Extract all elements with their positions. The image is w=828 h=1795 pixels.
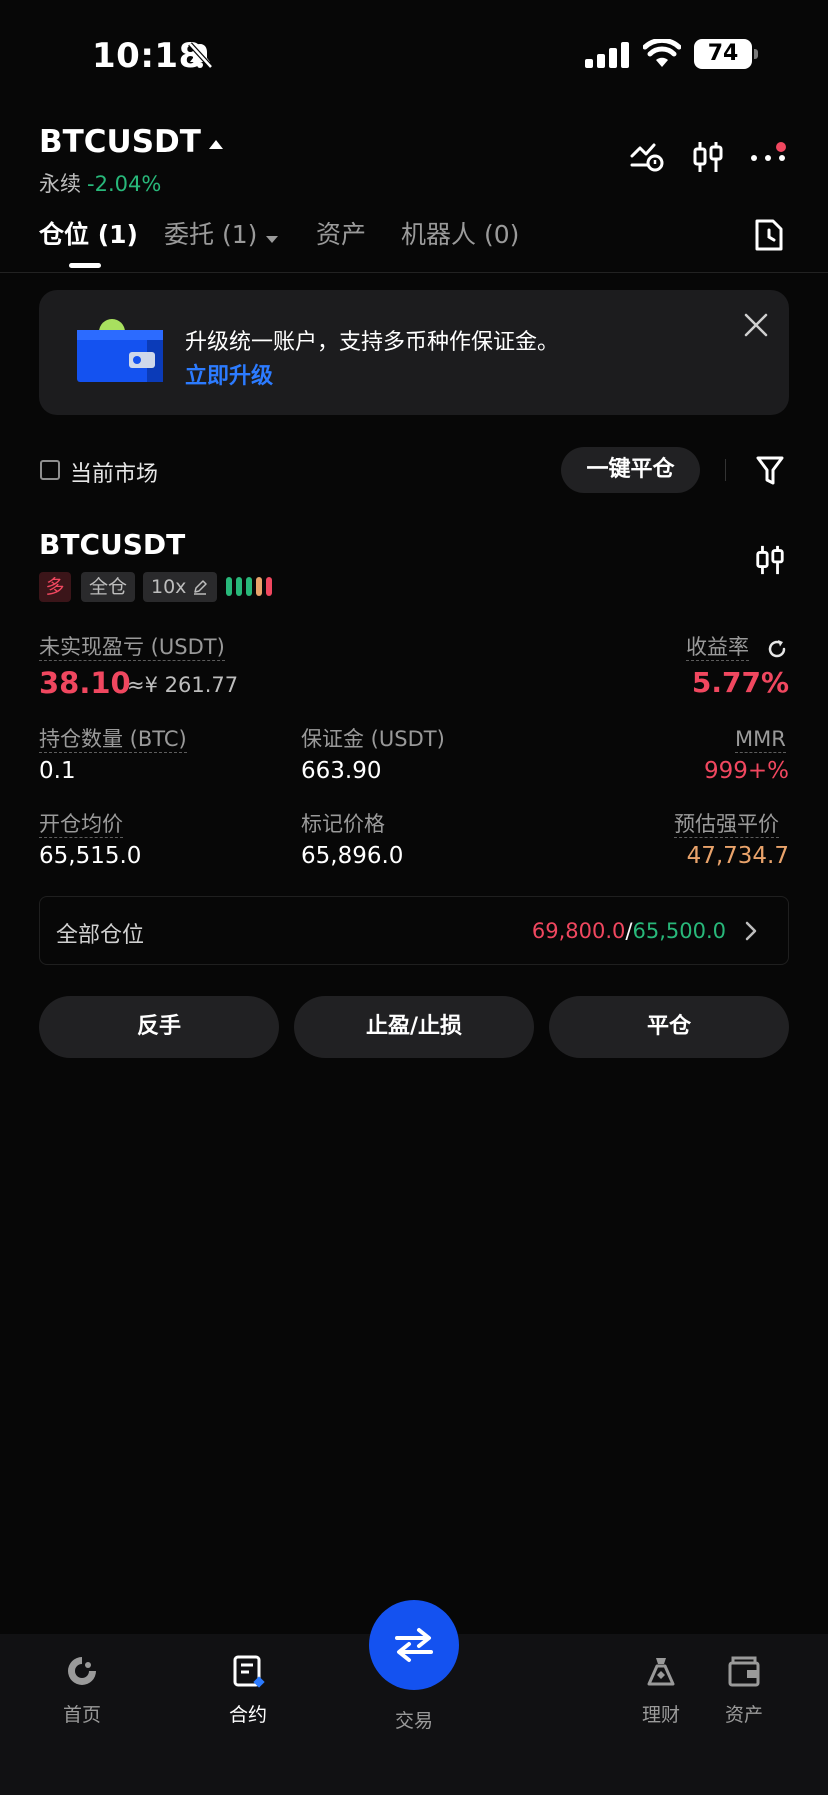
current-market-label[interactable]: 当前市场 [70,456,158,488]
mark-price-value: 65,896.0 [301,843,404,869]
pair-title[interactable]: BTCUSDT [39,124,201,160]
trade-button[interactable] [369,1600,459,1690]
refresh-icon[interactable] [766,638,788,664]
upgrade-now-link[interactable]: 立即升级 [185,358,273,390]
wallet-icon [727,1656,761,1692]
wifi-icon [642,37,682,73]
candlestick-chart-icon[interactable] [691,140,725,178]
margin-label[interactable]: 保证金 (USDT) [301,726,445,752]
edit-icon [194,580,207,595]
adl-indicator-bar [246,577,252,596]
more-icon[interactable] [749,140,791,176]
divider [725,459,726,481]
side-tag: 多 [39,572,71,602]
pair-subtitle: 永续 -2.04% [39,168,161,198]
adl-indicator-bar [226,577,232,596]
position-size-label[interactable]: 持仓数量 (BTC) [39,726,187,753]
position-tabs: 仓位 (1) 委托 (1) 资产 机器人 (0) [0,215,828,273]
caret-down-icon [265,222,279,251]
tpsl-all-positions-row[interactable]: 全部仓位 69,800.0/65,500.0 [39,896,789,965]
take-profit-price: 69,800.0 [531,919,626,943]
tab-orders-label: 委托 (1) [164,220,258,249]
leverage-tag[interactable]: 10x [143,572,217,602]
nav-assets[interactable]: 资产 [684,1654,804,1727]
unrealized-pnl-value: 38.10 [39,666,131,700]
close-icon[interactable] [743,312,769,342]
mark-price-label[interactable]: 标记价格 [301,811,385,837]
swap-icon [393,1626,435,1668]
nav-futures-label: 合约 [228,1704,267,1726]
banner-title: 升级统一账户，支持多币种作保证金。 [185,330,560,355]
futures-icon [231,1655,265,1692]
adl-indicator-bar [266,577,272,596]
chevron-right-icon [744,920,758,946]
home-icon [65,1657,99,1692]
mmr-label[interactable]: MMR [735,726,786,753]
status-bar: 10:18 74 [0,0,828,110]
margin-mode-tag: 全仓 [81,572,135,602]
liq-price-value: 47,734.7 [686,843,789,869]
battery-cap [754,49,758,59]
nav-home-label: 首页 [62,1704,101,1726]
wallet-illustration-icon [77,314,165,390]
tab-orders[interactable]: 委托 (1) [164,215,279,251]
nav-home[interactable]: 首页 [22,1654,142,1727]
bell-muted-icon [185,40,215,74]
adl-indicator-bar [236,577,242,596]
price-change: -2.04% [87,172,162,196]
roe-value: 5.77% [691,666,789,699]
earn-icon [644,1658,678,1692]
liq-price-label[interactable]: 预估强平价 [674,811,779,838]
tab-assets[interactable]: 资产 [316,215,366,251]
tab-positions[interactable]: 仓位 (1) [39,215,138,251]
battery-indicator: 74 [694,39,752,69]
filter-icon[interactable] [756,455,784,491]
position-size-value: 0.1 [39,758,76,784]
upgrade-banner[interactable]: 升级统一账户，支持多币种作保证金。 立即升级 [39,290,789,415]
nav-futures[interactable]: 合约 [188,1654,308,1727]
nav-assets-label: 资产 [724,1704,763,1726]
leverage-value: 10x [151,576,187,598]
caret-up-icon[interactable] [208,135,224,154]
contract-type: 永续 [39,172,81,196]
nav-trade-label[interactable]: 交易 [369,1706,459,1733]
reverse-button[interactable]: 反手 [39,996,279,1058]
adl-indicator-bar [256,577,262,596]
close-all-button[interactable]: 一键平仓 [561,447,700,493]
active-tab-indicator [69,263,101,268]
candlestick-chart-icon[interactable] [754,543,786,581]
all-positions-label: 全部仓位 [56,923,145,948]
tpsl-values: 69,800.0/65,500.0 [532,919,726,943]
entry-price-label[interactable]: 开仓均价 [39,811,123,838]
current-market-checkbox[interactable] [40,460,60,480]
stop-loss-price: 65,500.0 [632,919,726,943]
history-document-icon[interactable] [754,218,784,258]
close-position-button[interactable]: 平仓 [549,996,789,1058]
roe-label[interactable]: 收益率 [686,634,749,661]
cellular-signal-icon [585,42,631,72]
tpsl-button[interactable]: 止盈/止损 [294,996,534,1058]
unrealized-pnl-label[interactable]: 未实现盈亏 (USDT) [39,634,225,661]
tab-bots[interactable]: 机器人 (0) [401,215,519,251]
margin-value: 663.90 [301,758,382,784]
entry-price-value: 65,515.0 [39,843,142,869]
mmr-value: 999+% [703,758,789,784]
position-symbol[interactable]: BTCUSDT [39,528,185,561]
unrealized-pnl-cny: ≈¥ 261.77 [127,673,239,697]
trade-analysis-icon[interactable] [629,140,665,176]
